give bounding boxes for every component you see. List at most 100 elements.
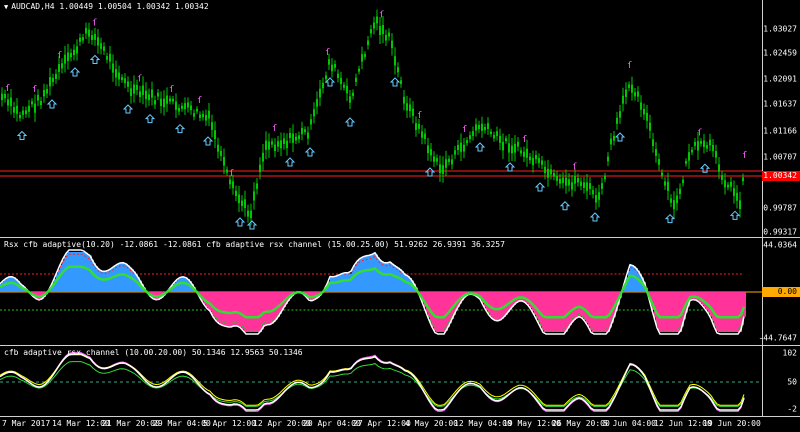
rsx-histogram-bar	[554, 292, 556, 332]
up-arrow-icon	[69, 67, 81, 77]
time-axis[interactable]: 7 Mar 2017 14 Mar 12:00 21 Mar 20:00 29 …	[0, 416, 800, 432]
candle-body	[91, 35, 93, 40]
rsx-histogram-bar	[578, 292, 580, 318]
rsx-histogram-bar	[120, 263, 122, 292]
candle-body	[115, 69, 117, 78]
up-arrow-icon	[202, 136, 214, 146]
rsx-histogram-bar	[542, 292, 544, 331]
candle-body	[454, 150, 456, 155]
candle-body	[586, 182, 588, 191]
price-level: 1.01637	[763, 99, 797, 109]
rsx-histogram-bar	[102, 271, 104, 292]
main-chart-pane[interactable]: ſ ſ ſ ſ ſ ſ ſ ſ ſ ſ ſ ſ ſ ſ ſ ſ ſ ſ ▼ AUDCAD,H4 1.00449 1.…	[0, 0, 800, 238]
candle-body	[631, 84, 633, 93]
candle-body	[286, 140, 288, 149]
rsx-histogram-bar	[594, 292, 596, 332]
price-scale[interactable]: 1.03027 1.02459 1.02091 1.01637 1.01166 …	[762, 0, 800, 238]
candle-body	[55, 74, 57, 79]
rsx-histogram-bar	[668, 292, 670, 332]
menu-arrow-icon[interactable]: ▼	[4, 3, 8, 11]
rsx-histogram-bar	[128, 265, 130, 292]
rsx-histogram-bar	[356, 262, 358, 292]
candle-body	[481, 123, 483, 131]
candle-body	[343, 84, 345, 88]
rsx-histogram-bar	[332, 276, 334, 292]
rsx-histogram-bar	[382, 261, 384, 292]
candle-body	[709, 139, 711, 146]
rsx-indicator-pane[interactable]: Rsx cfb adaptive(10.20) -12.0861 -12.086…	[0, 238, 800, 346]
candle-body	[541, 160, 543, 165]
candle-body	[391, 40, 393, 49]
candle-body	[505, 138, 507, 142]
candle-body	[547, 168, 549, 178]
rsx-histogram-bar	[124, 262, 126, 292]
candle-body	[64, 54, 66, 64]
rsx-histogram-bar	[732, 292, 734, 332]
rsx-histogram-bar	[106, 271, 108, 292]
rsx-histogram-bar	[486, 292, 488, 311]
rsx-histogram-bar	[598, 292, 600, 332]
candle-body	[304, 129, 306, 133]
candle-body	[73, 49, 75, 56]
candle-body	[28, 105, 30, 112]
candle-body	[682, 179, 684, 184]
rsx-histogram-bar	[334, 276, 336, 292]
candle-body	[232, 181, 234, 189]
candle-body	[244, 199, 246, 209]
candle-body	[184, 103, 186, 110]
symbol-title-text: AUDCAD,H4 1.00449 1.00504 1.00342 1.0034…	[11, 2, 209, 11]
candle-body	[325, 75, 327, 80]
rsx-channel-title: cfb adaptive rsx channel (10.00.20.00) 5…	[4, 348, 303, 357]
candle-body	[418, 123, 420, 129]
time-label: 5 Apr 12:00	[203, 419, 256, 428]
candle-body	[655, 149, 657, 156]
rsx-histogram-bar	[720, 292, 722, 332]
rsx-histogram-bar	[224, 292, 226, 326]
rsx-histogram-bar	[240, 292, 242, 328]
up-arrow-icon	[122, 104, 134, 114]
candle-body	[298, 135, 300, 140]
candle-body	[706, 145, 708, 149]
candle-body	[409, 104, 411, 112]
rsx-histogram-bar	[180, 277, 182, 292]
up-arrow-icon	[474, 142, 486, 152]
candle-body	[4, 94, 6, 99]
rsx-channel-pane[interactable]: cfb adaptive rsx channel (10.00.20.00) 5…	[0, 346, 800, 416]
candle-body	[181, 105, 183, 109]
candle-body	[121, 77, 123, 80]
candle-body	[421, 131, 423, 138]
candle-body	[271, 141, 273, 145]
candle-body	[157, 92, 159, 97]
rsx-histogram-bar	[502, 292, 504, 319]
candle-body	[10, 97, 12, 107]
up-arrow-icon	[614, 132, 626, 142]
rsx-histogram-bar	[708, 292, 710, 314]
candle-body	[268, 141, 270, 150]
candle-body	[736, 192, 738, 201]
rsx-histogram-bar	[78, 252, 80, 292]
candle-body	[448, 158, 450, 163]
up-arrow-icon	[589, 212, 601, 222]
candle-body	[289, 132, 291, 139]
rsx-level-bottom: -44.7647	[758, 333, 797, 343]
candle-body	[235, 190, 237, 196]
down-marker-icon: ſ	[697, 129, 702, 139]
rsx-histogram-bar	[596, 292, 598, 332]
rsx-scale[interactable]: 44.0364 0.00 -44.7647	[758, 238, 800, 346]
candle-body	[367, 40, 369, 46]
rsx-histogram-bar	[602, 292, 604, 332]
rsx-histogram-bar	[178, 278, 180, 292]
down-marker-icon: ſ	[57, 51, 62, 61]
up-arrow-icon	[324, 77, 336, 87]
candle-body	[19, 114, 21, 119]
rsx-histogram-bar	[208, 292, 210, 310]
rsx-histogram-bar	[530, 292, 532, 309]
candle-body	[358, 68, 360, 72]
up-arrow-icon	[664, 213, 676, 224]
rsx-histogram-bar	[354, 265, 356, 292]
rsx-histogram-bar	[108, 270, 110, 292]
candle-body	[700, 140, 702, 144]
candle-body	[31, 101, 33, 105]
rsx-channel-scale[interactable]: 102 50 -2	[762, 346, 800, 416]
candle-body	[484, 127, 486, 131]
